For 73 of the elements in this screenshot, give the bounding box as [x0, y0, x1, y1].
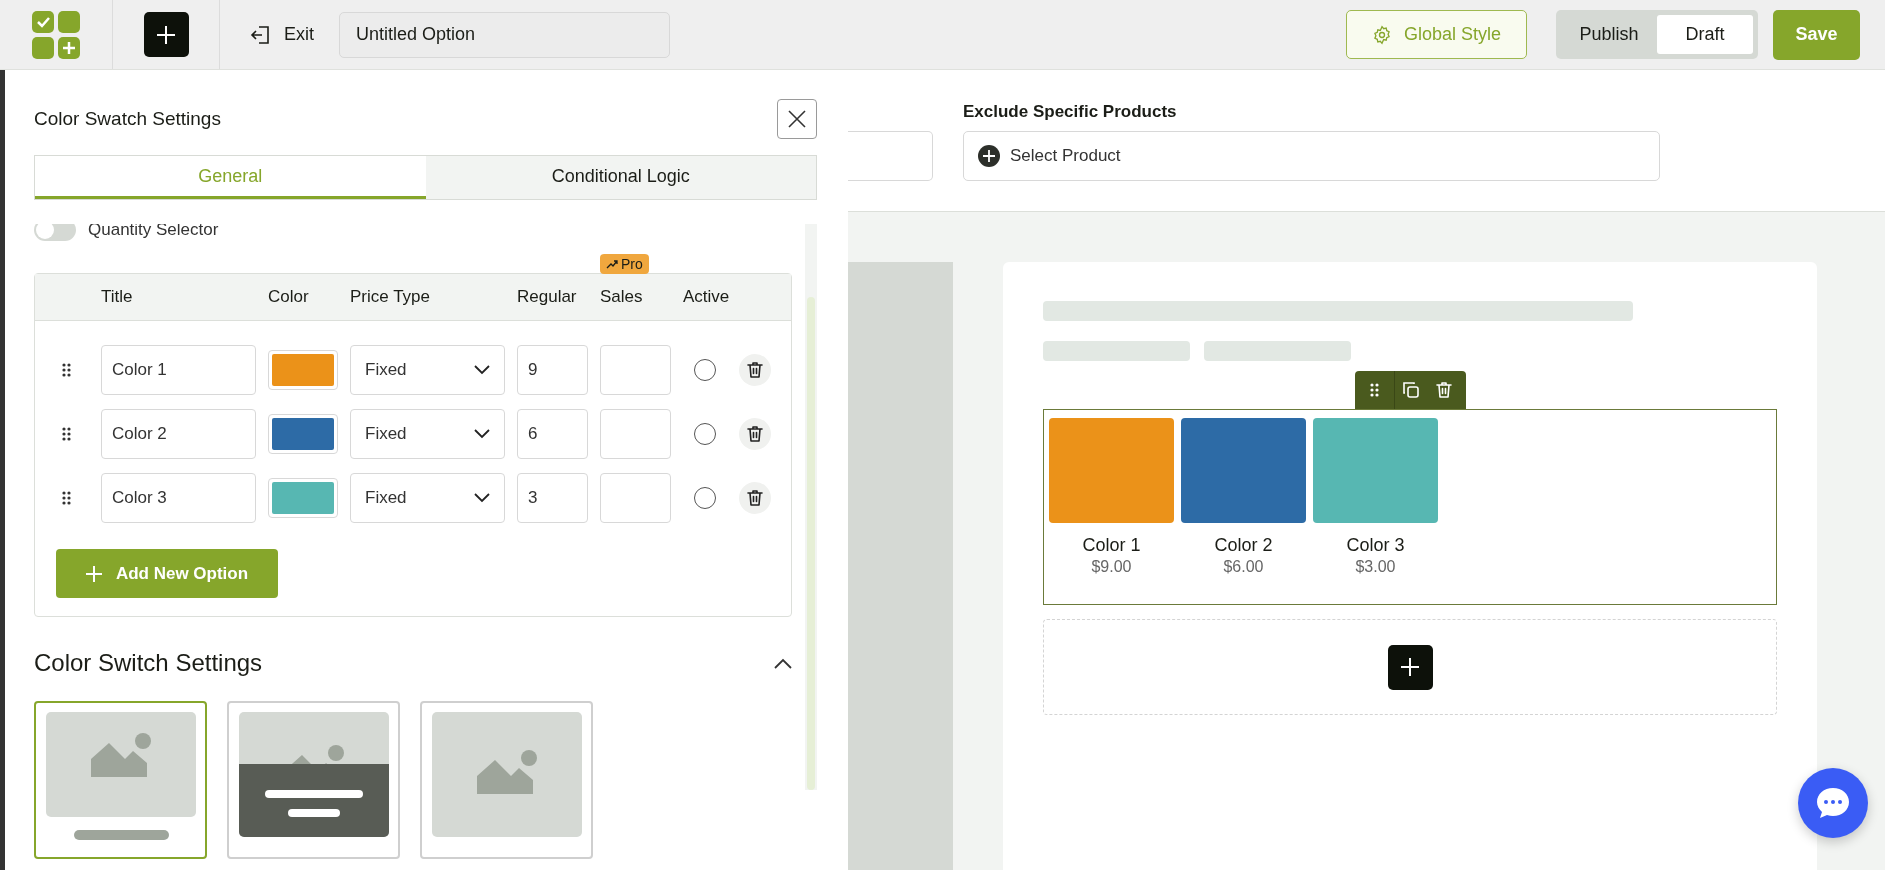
chat-button[interactable] — [1798, 768, 1868, 838]
column-header: Sales — [600, 287, 643, 306]
active-radio[interactable] — [694, 423, 716, 445]
active-radio[interactable] — [694, 359, 716, 381]
panel-title: Color Swatch Settings — [34, 108, 221, 130]
collapse-button[interactable] — [774, 657, 792, 669]
status-option[interactable]: Publish — [1561, 15, 1657, 54]
title-field[interactable]: Color 3 — [101, 473, 256, 523]
delete-button[interactable] — [739, 418, 771, 450]
price-type-select[interactable]: Fixed — [350, 473, 505, 523]
toggle-switch[interactable] — [34, 224, 76, 241]
logo-icon — [32, 10, 80, 59]
color-swatch[interactable] — [1181, 418, 1306, 523]
swatch-price: $3.00 — [1355, 558, 1396, 576]
section-title: Color Switch Settings — [34, 649, 263, 677]
column-header: Regular — [517, 287, 577, 306]
sales-price-field[interactable] — [600, 345, 671, 395]
chevron-up-icon — [774, 657, 792, 669]
trend-icon — [606, 259, 618, 269]
regular-price-field[interactable]: 9 — [517, 345, 588, 395]
swatch-name: Color 1 — [1082, 535, 1141, 556]
plus-icon — [155, 23, 177, 46]
option-name-field[interactable]: Untitled Option — [339, 11, 670, 58]
trash-icon — [745, 488, 765, 508]
delete-button[interactable] — [739, 482, 771, 514]
status-option[interactable]: Draft — [1657, 15, 1753, 54]
sales-price-field[interactable] — [600, 473, 671, 523]
add-block-button[interactable] — [1387, 644, 1433, 690]
close-icon — [786, 108, 808, 130]
swatch-price: $9.00 — [1091, 558, 1132, 576]
trash-icon — [745, 424, 765, 444]
price-type-select[interactable]: Fixed — [350, 345, 505, 395]
delete-button[interactable] — [739, 354, 771, 386]
close-button[interactable] — [777, 99, 817, 139]
regular-price-field[interactable]: 3 — [517, 473, 588, 523]
exit-icon — [250, 23, 272, 46]
exit-button[interactable]: Exit — [250, 23, 314, 46]
tab[interactable]: Conditional Logic — [425, 156, 816, 199]
plus-circle-icon — [978, 145, 1000, 167]
active-radio[interactable] — [694, 487, 716, 509]
swatch-name: Color 2 — [1214, 535, 1273, 556]
select-product-field[interactable]: Select Product — [963, 131, 1660, 181]
pro-badge: Pro — [600, 254, 649, 274]
scrollbar-thumb[interactable] — [807, 297, 815, 790]
layout-option[interactable] — [34, 701, 207, 859]
color-swatch[interactable] — [1049, 418, 1174, 523]
trash-icon — [745, 360, 765, 380]
plus-icon — [1399, 656, 1421, 678]
drag-handle-icon[interactable] — [61, 362, 72, 378]
plus-icon — [85, 565, 102, 582]
chevron-down-icon — [474, 493, 490, 503]
drag-handle-icon[interactable] — [61, 490, 72, 506]
chevron-down-icon — [474, 429, 490, 439]
price-type-select[interactable]: Fixed — [350, 409, 505, 459]
chat-bubble-icon — [1815, 786, 1851, 820]
layout-option[interactable] — [227, 701, 400, 859]
settings-icon — [1371, 24, 1392, 45]
chevron-down-icon — [474, 365, 490, 375]
column-header: Color — [268, 287, 309, 306]
add-button[interactable] — [143, 12, 189, 57]
regular-price-field[interactable]: 6 — [517, 409, 588, 459]
column-header: Title — [101, 287, 133, 306]
title-field[interactable]: Color 2 — [101, 409, 256, 459]
swatch-name: Color 3 — [1346, 535, 1405, 556]
column-header: Active — [683, 287, 730, 306]
title-field[interactable]: Color 1 — [101, 345, 256, 395]
product-field[interactable] — [848, 131, 933, 181]
swatch-price: $6.00 — [1223, 558, 1264, 576]
column-header: Price Type — [350, 287, 430, 306]
drag-handle-icon[interactable] — [61, 426, 72, 442]
sales-price-field[interactable] — [600, 409, 671, 459]
field-label: Exclude Specific Products — [963, 102, 1178, 123]
color-swatch[interactable] — [1313, 418, 1438, 523]
